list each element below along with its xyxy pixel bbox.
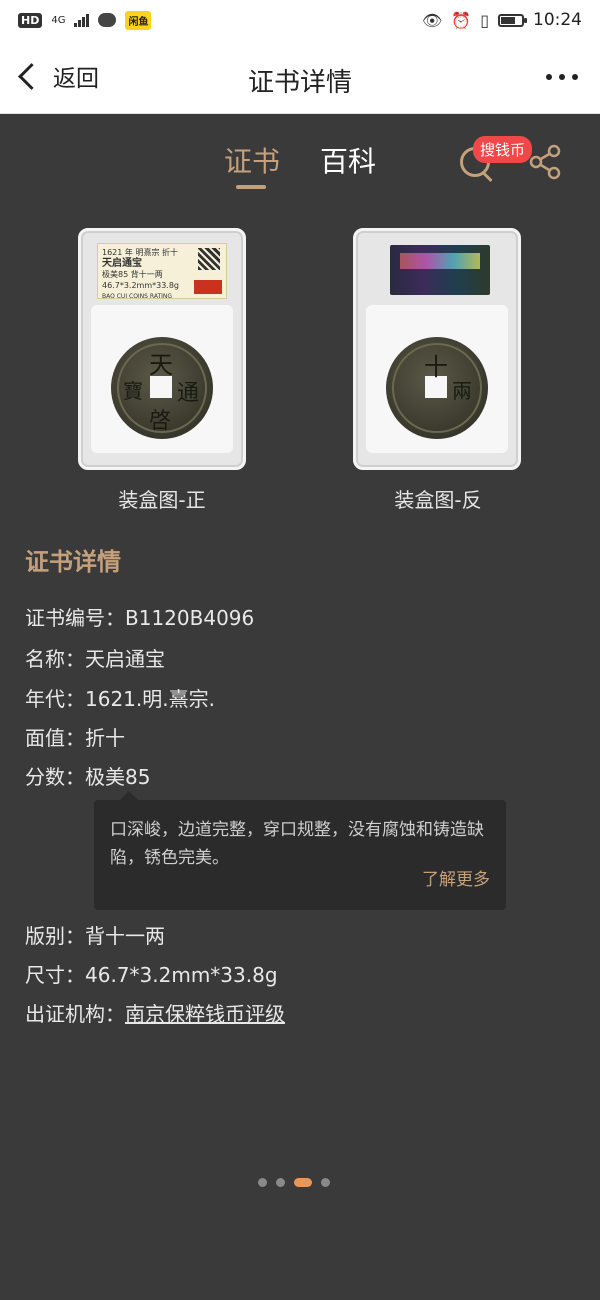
label-line: 极美85 背十一两 xyxy=(102,270,163,279)
coin-character: 啓 xyxy=(149,409,172,434)
detail-label: 分数： xyxy=(25,765,85,789)
status-bar: HD 4G 闲鱼 👁 ⏰ ▯ 10:24 xyxy=(0,0,600,40)
tab-bar: 证书 百科 搜钱币 xyxy=(0,136,600,200)
back-image-caption: 装盒图-反 xyxy=(394,488,482,512)
status-right: 👁 ⏰ ▯ 10:24 xyxy=(422,10,582,30)
status-time: 10:24 xyxy=(533,10,582,30)
detail-label: 面值： xyxy=(25,726,85,750)
search-icon-handle xyxy=(481,171,493,183)
detail-value: 天启通宝 xyxy=(85,647,165,671)
front-image-caption: 装盒图-正 xyxy=(118,488,206,512)
hologram-strip xyxy=(400,253,480,269)
detail-label: 出证机构： xyxy=(25,1002,125,1026)
detail-row-grade[interactable]: 分数：极美85 xyxy=(25,761,150,790)
slab-label-back-hologram xyxy=(390,245,490,295)
wechat-icon xyxy=(98,13,117,27)
grade-description-tooltip: 口深峻，边道完整，穿口规整，没有腐蚀和铸造缺陷，锈色完美。 了解更多 xyxy=(94,791,506,910)
tooltip-text: 口深峻，边道完整，穿口规整，没有腐蚀和铸造缺陷，锈色完美。 xyxy=(110,820,484,868)
detail-label: 版别： xyxy=(25,924,85,948)
detail-row-variety: 版别：背十一两 xyxy=(25,920,165,949)
tab-certificate[interactable]: 证书 xyxy=(224,140,280,180)
slab-label-front: 1621 年 明熹宗 折十 天启通宝 极美85 背十一两 46.7*3.2mm*… xyxy=(97,243,227,300)
page-dot[interactable] xyxy=(321,1178,330,1187)
coin-character: 兩 xyxy=(452,379,472,403)
detail-value: 背十一两 xyxy=(85,924,165,948)
learn-more-link[interactable]: 了解更多 xyxy=(422,866,490,894)
page-title: 证书详情 xyxy=(247,68,352,98)
coin-character: 寶 xyxy=(123,379,143,403)
detail-value: 折十 xyxy=(85,726,125,750)
detail-label: 年代： xyxy=(25,687,85,711)
battery-fill xyxy=(501,16,515,24)
qr-code-icon xyxy=(198,248,220,270)
page-dot[interactable] xyxy=(276,1178,285,1187)
detail-label: 名称： xyxy=(25,647,85,671)
detail-row-size: 尺寸：46.7*3.2mm*33.8g xyxy=(25,959,278,988)
network-type: 4G xyxy=(51,14,66,26)
section-title: 证书详情 xyxy=(25,548,121,576)
app-header: 返回 证书详情 xyxy=(0,40,600,114)
eye-icon: 👁 xyxy=(421,10,443,30)
coin-back: 十 兩 xyxy=(386,337,488,439)
coin-slab-back-image[interactable]: 十 兩 xyxy=(353,228,521,470)
page-indicator xyxy=(258,1178,330,1187)
brand-logo xyxy=(194,280,222,294)
issuer-link[interactable]: 南京保粹钱币评级 xyxy=(125,1002,285,1026)
page-dot[interactable] xyxy=(258,1178,267,1187)
share-icon[interactable] xyxy=(528,144,562,180)
detail-row-era: 年代：1621.明.熹宗. xyxy=(25,683,215,712)
more-dot-icon xyxy=(546,74,552,80)
detail-value: 1621.明.熹宗. xyxy=(85,687,215,711)
detail-value: 极美85 xyxy=(85,765,151,789)
xianyu-app-icon: 闲鱼 xyxy=(125,10,152,30)
alarm-icon: ⏰ xyxy=(451,10,472,30)
detail-row-denomination: 面值：折十 xyxy=(25,722,125,751)
search-coin-badge[interactable]: 搜钱币 xyxy=(473,136,533,163)
detail-row-issuer: 出证机构：南京保粹钱币评级 xyxy=(25,998,285,1027)
detail-label: 尺寸： xyxy=(25,963,85,987)
more-dot-icon xyxy=(572,74,578,80)
coin-character: 通 xyxy=(177,381,200,406)
signal-icon xyxy=(74,13,90,27)
vibrate-icon: ▯ xyxy=(480,10,489,30)
detail-label: 证书编号： xyxy=(25,606,125,630)
detail-value: B1120B4096 xyxy=(125,606,255,630)
coin-character: 十 xyxy=(424,353,448,381)
hd-badge: HD xyxy=(18,12,43,28)
coin-front: 天 通 啓 寶 xyxy=(111,337,213,439)
detail-value: 46.7*3.2mm*33.8g xyxy=(85,963,278,987)
detail-row-cert-number: 证书编号：B1120B4096 xyxy=(25,602,254,631)
coin-slab-front-image[interactable]: 1621 年 明熹宗 折十 天启通宝 极美85 背十一两 46.7*3.2mm*… xyxy=(78,228,246,470)
more-dot-icon xyxy=(559,74,565,80)
coin-character: 天 xyxy=(149,351,173,379)
more-options-button[interactable] xyxy=(546,74,578,80)
status-left: HD 4G 闲鱼 xyxy=(18,10,152,30)
detail-row-name: 名称：天启通宝 xyxy=(25,643,165,672)
battery-icon xyxy=(498,13,527,27)
page-dot-active[interactable] xyxy=(294,1178,312,1187)
tab-encyclopedia[interactable]: 百科 xyxy=(320,140,376,180)
active-tab-indicator xyxy=(236,185,266,189)
